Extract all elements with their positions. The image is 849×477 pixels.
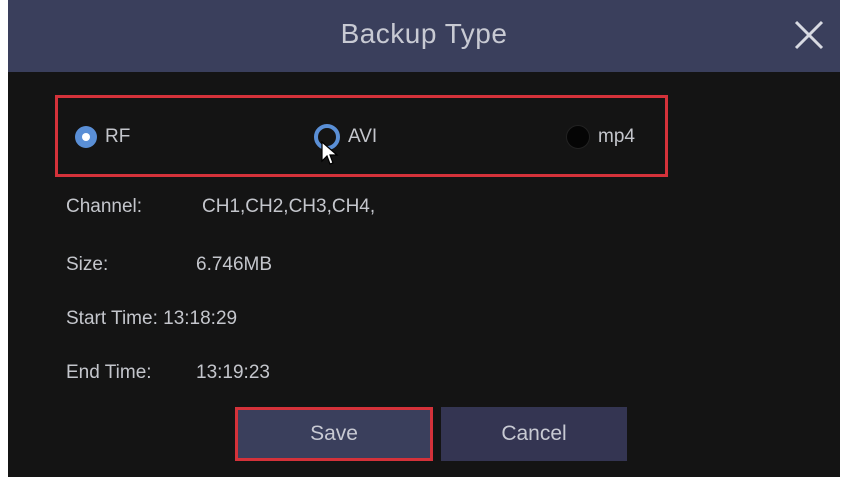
save-button[interactable]: Save	[235, 407, 433, 461]
radio-avi-indicator[interactable]	[314, 124, 340, 150]
radio-rf[interactable]: RF	[75, 122, 130, 152]
close-icon[interactable]	[792, 18, 826, 52]
radio-rf-indicator[interactable]	[75, 126, 97, 148]
size-row: Size: 6.746MB	[66, 254, 272, 276]
radio-mp4[interactable]: mp4	[566, 122, 635, 152]
channel-value: CH1,CH2,CH3,CH4,	[202, 196, 376, 217]
end-time-row: End Time: 13:19:23	[66, 362, 270, 384]
radio-mp4-indicator[interactable]	[566, 125, 590, 149]
radio-avi[interactable]: AVI	[314, 122, 377, 152]
dialog-title: Backup Type	[340, 18, 508, 49]
start-time-label: Start Time:	[66, 308, 158, 329]
radio-mp4-label: mp4	[598, 126, 635, 147]
cancel-button[interactable]: Cancel	[441, 407, 627, 461]
start-time-value: 13:18:29	[163, 308, 238, 329]
end-time-value: 13:19:23	[196, 362, 270, 383]
start-time-row: Start Time: 13:18:29	[66, 308, 237, 330]
end-time-label: End Time:	[66, 362, 152, 383]
backup-type-dialog: Backup Type RF AVI mp4 Channel: CH1,CH2,C…	[8, 0, 840, 477]
size-value: 6.746MB	[196, 254, 273, 275]
backup-format-group: RF AVI mp4	[55, 95, 668, 177]
size-label: Size:	[66, 254, 109, 275]
radio-rf-label: RF	[105, 126, 131, 147]
channel-label: Channel:	[66, 196, 143, 217]
channel-row: Channel: CH1,CH2,CH3,CH4,	[66, 196, 375, 218]
radio-avi-label: AVI	[348, 126, 378, 147]
title-bar: Backup Type	[8, 0, 840, 72]
